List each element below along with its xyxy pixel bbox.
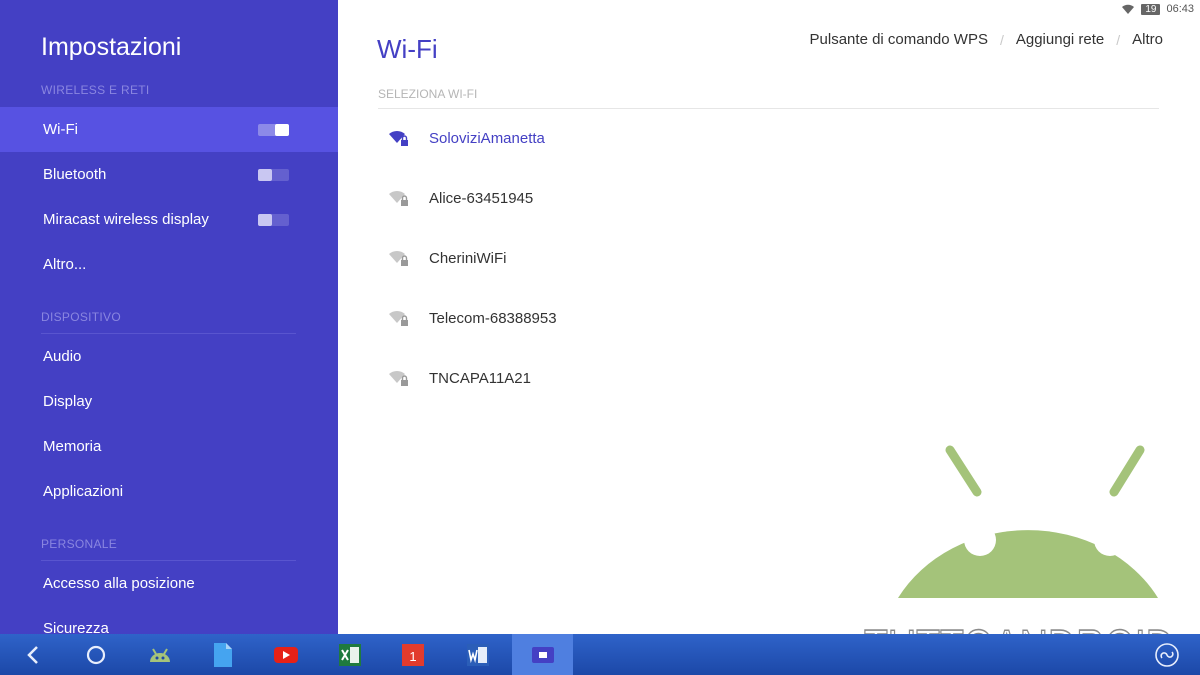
sidebar-item-label: Memoria bbox=[43, 438, 102, 455]
sidebar-item-posizione[interactable]: Accesso alla posizione bbox=[0, 561, 338, 606]
taskbar: 1 bbox=[0, 634, 1200, 675]
sidebar-item-label: Wi-Fi bbox=[43, 121, 78, 138]
sidebar-item-audio[interactable]: Audio bbox=[0, 334, 338, 379]
miracast-toggle[interactable] bbox=[258, 214, 289, 226]
wifi-locked-icon bbox=[389, 310, 408, 326]
bluetooth-toggle[interactable] bbox=[258, 169, 289, 181]
network-item[interactable]: Alice-63451945 bbox=[378, 168, 1159, 228]
add-network-button[interactable]: Aggiungi rete bbox=[1016, 31, 1104, 48]
network-item[interactable]: Telecom-68388953 bbox=[378, 288, 1159, 348]
taskbar-app-calendar[interactable]: 1 bbox=[393, 634, 433, 675]
network-name: Alice-63451945 bbox=[429, 189, 534, 207]
page-title: Wi-Fi bbox=[377, 34, 438, 64]
section-header-wireless: WIRELESS E RETI bbox=[41, 83, 150, 97]
battery-level: 19 bbox=[1141, 3, 1161, 15]
wifi-locked-icon bbox=[389, 130, 408, 146]
calendar-icon: 1 bbox=[402, 643, 424, 666]
toggle-knob bbox=[258, 214, 272, 226]
docs-icon bbox=[214, 642, 232, 667]
sidebar-item-label: Miracast wireless display bbox=[43, 211, 209, 228]
sidebar-item-label: Altro... bbox=[43, 256, 87, 273]
sidebar-item-miracast[interactable]: Miracast wireless display bbox=[0, 197, 338, 242]
toggle-knob bbox=[275, 124, 289, 136]
section-header-personale: PERSONALE bbox=[41, 537, 118, 551]
more-button[interactable]: Altro bbox=[1132, 31, 1163, 48]
sidebar-item-sicurezza[interactable]: Sicurezza bbox=[0, 606, 338, 634]
wifi-locked-icon bbox=[389, 250, 408, 266]
sidebar-item-altro[interactable]: Altro... bbox=[0, 242, 338, 287]
network-name: SoloviziAmanetta bbox=[429, 129, 545, 147]
taskbar-app-youtube[interactable] bbox=[266, 634, 306, 675]
sidebar-item-memoria[interactable]: Memoria bbox=[0, 424, 338, 469]
select-wifi-header: SELEZIONA WI-FI bbox=[378, 87, 478, 101]
action-bar: Pulsante di comando WPS / Aggiungi rete … bbox=[810, 31, 1163, 48]
excel-icon bbox=[339, 643, 361, 666]
back-icon bbox=[27, 645, 38, 664]
wifi-locked-icon bbox=[389, 190, 408, 206]
network-name: TNCAPA11A21 bbox=[429, 369, 531, 387]
action-separator: / bbox=[1116, 31, 1121, 48]
taskbar-app-android[interactable] bbox=[140, 634, 180, 675]
sidebar-item-label: Bluetooth bbox=[43, 166, 107, 183]
wifi-signal-icon bbox=[1122, 4, 1135, 14]
sidebar-item-label: Display bbox=[43, 393, 93, 410]
back-button[interactable] bbox=[14, 634, 52, 675]
toggle-knob bbox=[258, 169, 272, 181]
network-name: Telecom-68388953 bbox=[429, 309, 557, 327]
taskbar-app-word[interactable] bbox=[457, 634, 499, 675]
network-name: CheriniWiFi bbox=[429, 249, 507, 267]
home-button[interactable] bbox=[76, 634, 116, 675]
floating-icon bbox=[1155, 642, 1179, 667]
network-item[interactable]: TNCAPA11A21 bbox=[378, 348, 1159, 408]
youtube-icon bbox=[274, 646, 298, 663]
settings-app-icon bbox=[531, 646, 554, 663]
sidebar-item-label: Applicazioni bbox=[43, 483, 124, 500]
network-item[interactable]: SoloviziAmanetta bbox=[378, 108, 1159, 168]
home-icon bbox=[86, 645, 106, 664]
taskbar-app-excel[interactable] bbox=[330, 634, 370, 675]
sidebar-item-wifi[interactable]: Wi-Fi bbox=[0, 107, 338, 152]
android-app-icon bbox=[150, 647, 170, 662]
wifi-locked-icon bbox=[389, 370, 408, 386]
calendar-day: 1 bbox=[409, 649, 416, 664]
sidebar-item-display[interactable]: Display bbox=[0, 379, 338, 424]
floating-button[interactable] bbox=[1150, 634, 1184, 675]
sidebar-item-applicazioni[interactable]: Applicazioni bbox=[0, 469, 338, 514]
taskbar-app-settings[interactable] bbox=[512, 634, 573, 675]
status-bar: 19 06:43 bbox=[1121, 2, 1194, 16]
section-header-dispositivo: DISPOSITIVO bbox=[41, 310, 121, 324]
word-icon bbox=[467, 643, 489, 666]
sidebar-item-label: Sicurezza bbox=[43, 620, 109, 634]
settings-sidebar: Impostazioni WIRELESS E RETI Wi-Fi Bluet… bbox=[0, 0, 338, 634]
action-separator: / bbox=[999, 31, 1004, 48]
sidebar-item-label: Accesso alla posizione bbox=[43, 575, 195, 592]
clock: 06:43 bbox=[1166, 3, 1194, 15]
sidebar-item-label: Audio bbox=[43, 348, 82, 365]
sidebar-item-bluetooth[interactable]: Bluetooth bbox=[0, 152, 338, 197]
taskbar-app-docs[interactable] bbox=[203, 634, 243, 675]
wps-button[interactable]: Pulsante di comando WPS bbox=[810, 31, 988, 48]
network-item[interactable]: CheriniWiFi bbox=[378, 228, 1159, 288]
wifi-toggle[interactable] bbox=[258, 124, 289, 136]
sidebar-title: Impostazioni bbox=[41, 33, 182, 61]
